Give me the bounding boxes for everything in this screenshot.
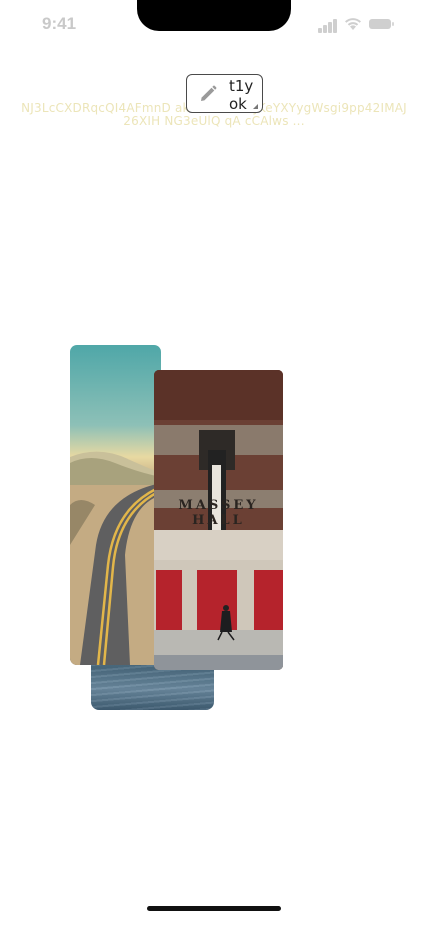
chip-label-line-1: t1y xyxy=(229,77,254,95)
home-indicator[interactable] xyxy=(147,906,281,911)
photo-card-road[interactable] xyxy=(70,345,161,665)
camera-notch xyxy=(137,0,291,31)
resize-handle-icon[interactable] xyxy=(253,104,258,109)
watermark-text-line-2: 26XIH NG3eUlQ qA cCAlws ... xyxy=(123,114,305,128)
status-time: 9:41 xyxy=(42,14,77,33)
cellular-signal-icon xyxy=(318,17,338,33)
road-scene xyxy=(70,451,161,665)
battery-icon xyxy=(369,19,394,29)
wifi-icon xyxy=(345,18,361,30)
edit-text-chip[interactable]: t1y ok xyxy=(186,74,263,113)
massey-hall-sign: MASSEY HALL xyxy=(178,498,259,528)
photo-card-massey-hall[interactable]: MASSEY HALL xyxy=(154,370,283,670)
status-icons xyxy=(318,17,398,33)
pencil-icon xyxy=(201,85,217,101)
